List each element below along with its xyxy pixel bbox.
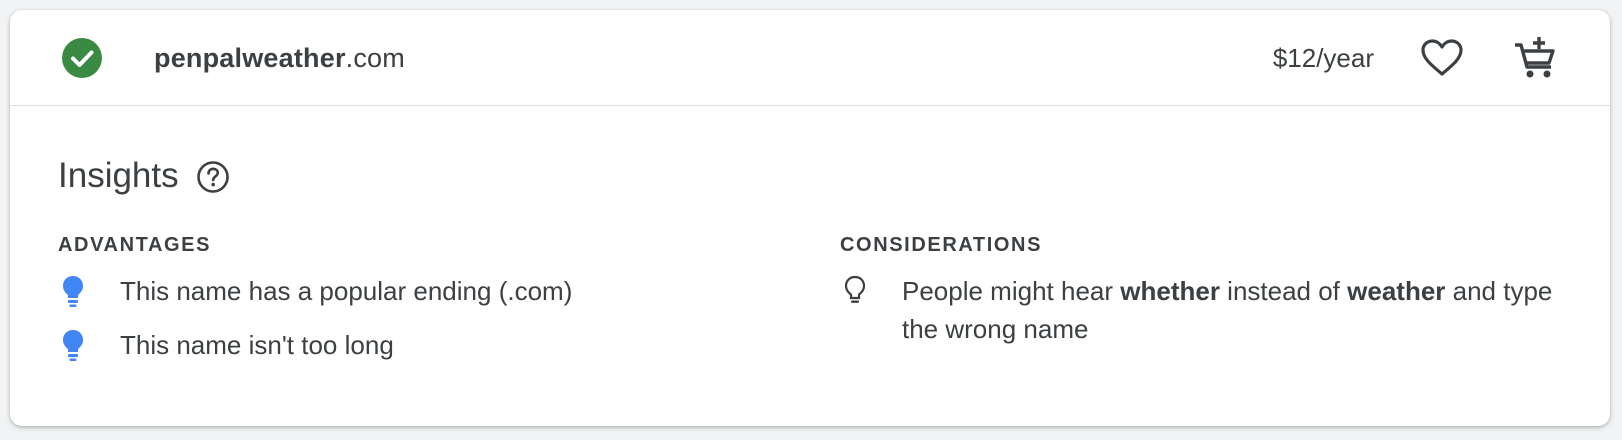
favorite-button[interactable] xyxy=(1416,32,1468,84)
insights-title: Insights xyxy=(58,156,179,195)
domain-tld: .com xyxy=(345,43,405,73)
lightbulb-filled-icon xyxy=(63,330,83,361)
lightbulb-filled-icon xyxy=(63,276,83,307)
advantages-title: ADVANTAGES xyxy=(58,234,212,256)
consideration-text-part2: instead of xyxy=(1219,276,1348,306)
consideration-text-part1: People might hear xyxy=(902,276,1121,306)
advantages-column: ADVANTAGES This name has a popular endin… xyxy=(58,232,778,380)
advantage-text: This name isn't too long xyxy=(120,330,394,360)
advantage-item: This name isn't too long xyxy=(58,326,778,364)
domain-name-label: penpalweather xyxy=(154,43,346,73)
heart-outline-icon xyxy=(1421,39,1463,76)
advantage-text: This name has a popular ending (.com) xyxy=(120,276,573,306)
add-shopping-cart-icon xyxy=(1515,37,1555,78)
consideration-bold-word1: whether xyxy=(1120,276,1220,306)
lightbulb-outline-icon xyxy=(844,275,866,303)
domain-price: $12/year xyxy=(1272,43,1374,73)
consideration-bold-word2: weather xyxy=(1347,276,1446,306)
domain-result-card: penpalweather.com $12/year Insights ADVA xyxy=(10,10,1610,426)
consideration-item: People might hear whether instead of wea… xyxy=(840,272,1580,348)
help-circle-icon[interactable] xyxy=(196,160,230,194)
considerations-column: CONSIDERATIONS People might hear whether… xyxy=(840,232,1580,364)
advantage-item: This name has a popular ending (.com) xyxy=(58,272,778,310)
domain-name[interactable]: penpalweather.com xyxy=(154,40,405,76)
considerations-title: CONSIDERATIONS xyxy=(840,234,1043,256)
add-to-cart-button[interactable] xyxy=(1510,32,1562,84)
check-circle-icon xyxy=(62,38,102,78)
consideration-text: People might hear whether instead of wea… xyxy=(902,276,1552,344)
domain-result-header: penpalweather.com $12/year xyxy=(10,10,1610,106)
